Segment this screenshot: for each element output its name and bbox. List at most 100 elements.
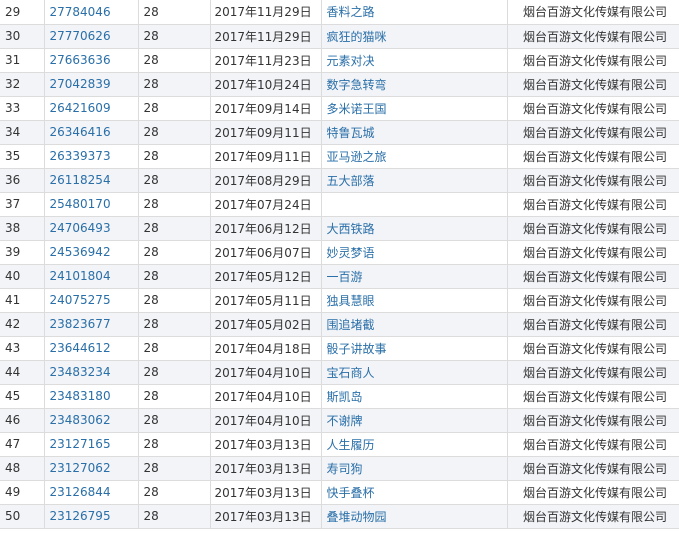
class-number: 28	[138, 72, 211, 97]
trademark-name-link[interactable]: 香料之路	[321, 0, 508, 25]
registration-number-link[interactable]: 24101804	[44, 264, 139, 289]
class-number: 28	[138, 336, 211, 361]
table-row: 35 26339373 28 2017年09月11日 亚马逊之旅 烟台百游文化传媒有限公司	[0, 144, 679, 169]
registration-number-link[interactable]: 23127062	[44, 456, 139, 481]
applicant-company: 烟台百游文化传媒有限公司	[507, 168, 679, 193]
trademark-name-link[interactable]: 寿司狗	[321, 456, 508, 481]
table-row: 48 23127062 28 2017年03月13日 寿司狗 烟台百游文化传媒有限公司	[0, 456, 679, 481]
registration-number-link[interactable]: 23127165	[44, 432, 139, 457]
applicant-company: 烟台百游文化传媒有限公司	[507, 96, 679, 121]
registration-number-link[interactable]: 26421609	[44, 96, 139, 121]
application-date: 2017年04月10日	[210, 384, 322, 409]
application-date: 2017年09月14日	[210, 96, 322, 121]
registration-number-link[interactable]: 27770626	[44, 24, 139, 49]
trademark-name-link[interactable]: 元素对决	[321, 48, 508, 73]
class-number: 28	[138, 96, 211, 121]
trademark-name-link[interactable]: 独具慧眼	[321, 288, 508, 313]
applicant-company: 烟台百游文化传媒有限公司	[507, 216, 679, 241]
trademark-name-link[interactable]	[321, 192, 508, 217]
applicant-company: 烟台百游文化传媒有限公司	[507, 384, 679, 409]
class-number: 28	[138, 480, 211, 505]
registration-number-link[interactable]: 23483062	[44, 408, 139, 433]
registration-number-link[interactable]: 24706493	[44, 216, 139, 241]
trademark-name-link[interactable]: 多米诺王国	[321, 96, 508, 121]
registration-number-link[interactable]: 23644612	[44, 336, 139, 361]
class-number: 28	[138, 168, 211, 193]
class-number: 28	[138, 288, 211, 313]
row-number: 36	[0, 168, 45, 193]
trademark-name-link[interactable]: 一百游	[321, 264, 508, 289]
applicant-company: 烟台百游文化传媒有限公司	[507, 432, 679, 457]
class-number: 28	[138, 192, 211, 217]
trademark-name-link[interactable]: 疯狂的猫咪	[321, 24, 508, 49]
row-number: 42	[0, 312, 45, 337]
registration-number-link[interactable]: 26118254	[44, 168, 139, 193]
row-number: 32	[0, 72, 45, 97]
registration-number-link[interactable]: 23483180	[44, 384, 139, 409]
registration-number-link[interactable]: 24075275	[44, 288, 139, 313]
row-number: 38	[0, 216, 45, 241]
applicant-company: 烟台百游文化传媒有限公司	[507, 264, 679, 289]
registration-number-link[interactable]: 24536942	[44, 240, 139, 265]
trademark-name-link[interactable]: 宝石商人	[321, 360, 508, 385]
trademark-name-link[interactable]: 特鲁瓦城	[321, 120, 508, 145]
trademark-name-link[interactable]: 叠堆动物园	[321, 504, 508, 529]
trademark-name-link[interactable]: 斯凯岛	[321, 384, 508, 409]
application-date: 2017年05月12日	[210, 264, 322, 289]
trademark-name-link[interactable]: 快手叠杯	[321, 480, 508, 505]
applicant-company: 烟台百游文化传媒有限公司	[507, 408, 679, 433]
applicant-company: 烟台百游文化传媒有限公司	[507, 336, 679, 361]
application-date: 2017年03月13日	[210, 432, 322, 457]
applicant-company: 烟台百游文化传媒有限公司	[507, 0, 679, 25]
class-number: 28	[138, 120, 211, 145]
table-row: 43 23644612 28 2017年04月18日 骰子讲故事 烟台百游文化传媒有限公司	[0, 336, 679, 361]
row-number: 46	[0, 408, 45, 433]
table-row: 36 26118254 28 2017年08月29日 五大部落 烟台百游文化传媒有限公司	[0, 168, 679, 193]
registration-number-link[interactable]: 23823677	[44, 312, 139, 337]
table-row: 38 24706493 28 2017年06月12日 大西铁路 烟台百游文化传媒有限公司	[0, 216, 679, 241]
trademark-name-link[interactable]: 围追堵截	[321, 312, 508, 337]
applicant-company: 烟台百游文化传媒有限公司	[507, 360, 679, 385]
row-number: 43	[0, 336, 45, 361]
application-date: 2017年04月10日	[210, 408, 322, 433]
trademark-name-link[interactable]: 骰子讲故事	[321, 336, 508, 361]
trademark-name-link[interactable]: 亚马逊之旅	[321, 144, 508, 169]
trademark-name-link[interactable]: 妙灵梦语	[321, 240, 508, 265]
table-row: 34 26346416 28 2017年09月11日 特鲁瓦城 烟台百游文化传媒有限公司	[0, 120, 679, 145]
row-number: 35	[0, 144, 45, 169]
table-row: 46 23483062 28 2017年04月10日 不谢牌 烟台百游文化传媒有限公司	[0, 408, 679, 433]
table-row: 40 24101804 28 2017年05月12日 一百游 烟台百游文化传媒有限公司	[0, 264, 679, 289]
registration-number-link[interactable]: 25480170	[44, 192, 139, 217]
registration-number-link[interactable]: 26339373	[44, 144, 139, 169]
registration-number-link[interactable]: 27042839	[44, 72, 139, 97]
application-date: 2017年11月29日	[210, 0, 322, 25]
row-number: 40	[0, 264, 45, 289]
row-number: 50	[0, 504, 45, 529]
application-date: 2017年06月07日	[210, 240, 322, 265]
table-row: 29 27784046 28 2017年11月29日 香料之路 烟台百游文化传媒有限公司	[0, 0, 679, 25]
application-date: 2017年05月02日	[210, 312, 322, 337]
table-row: 39 24536942 28 2017年06月07日 妙灵梦语 烟台百游文化传媒有限公司	[0, 240, 679, 265]
class-number: 28	[138, 144, 211, 169]
row-number: 44	[0, 360, 45, 385]
table-row: 49 23126844 28 2017年03月13日 快手叠杯 烟台百游文化传媒有限公司	[0, 480, 679, 505]
row-number: 37	[0, 192, 45, 217]
trademark-name-link[interactable]: 数字急转弯	[321, 72, 508, 97]
applicant-company: 烟台百游文化传媒有限公司	[507, 24, 679, 49]
applicant-company: 烟台百游文化传媒有限公司	[507, 120, 679, 145]
trademark-name-link[interactable]: 五大部落	[321, 168, 508, 193]
registration-number-link[interactable]: 23126795	[44, 504, 139, 529]
row-number: 49	[0, 480, 45, 505]
applicant-company: 烟台百游文化传媒有限公司	[507, 312, 679, 337]
trademark-name-link[interactable]: 不谢牌	[321, 408, 508, 433]
registration-number-link[interactable]: 23126844	[44, 480, 139, 505]
trademark-table: 29 27784046 28 2017年11月29日 香料之路 烟台百游文化传媒有限公司 3…	[0, 0, 679, 529]
trademark-name-link[interactable]: 人生履历	[321, 432, 508, 457]
class-number: 28	[138, 0, 211, 25]
trademark-name-link[interactable]: 大西铁路	[321, 216, 508, 241]
registration-number-link[interactable]: 26346416	[44, 120, 139, 145]
registration-number-link[interactable]: 27663636	[44, 48, 139, 73]
application-date: 2017年03月13日	[210, 504, 322, 529]
registration-number-link[interactable]: 27784046	[44, 0, 139, 25]
registration-number-link[interactable]: 23483234	[44, 360, 139, 385]
